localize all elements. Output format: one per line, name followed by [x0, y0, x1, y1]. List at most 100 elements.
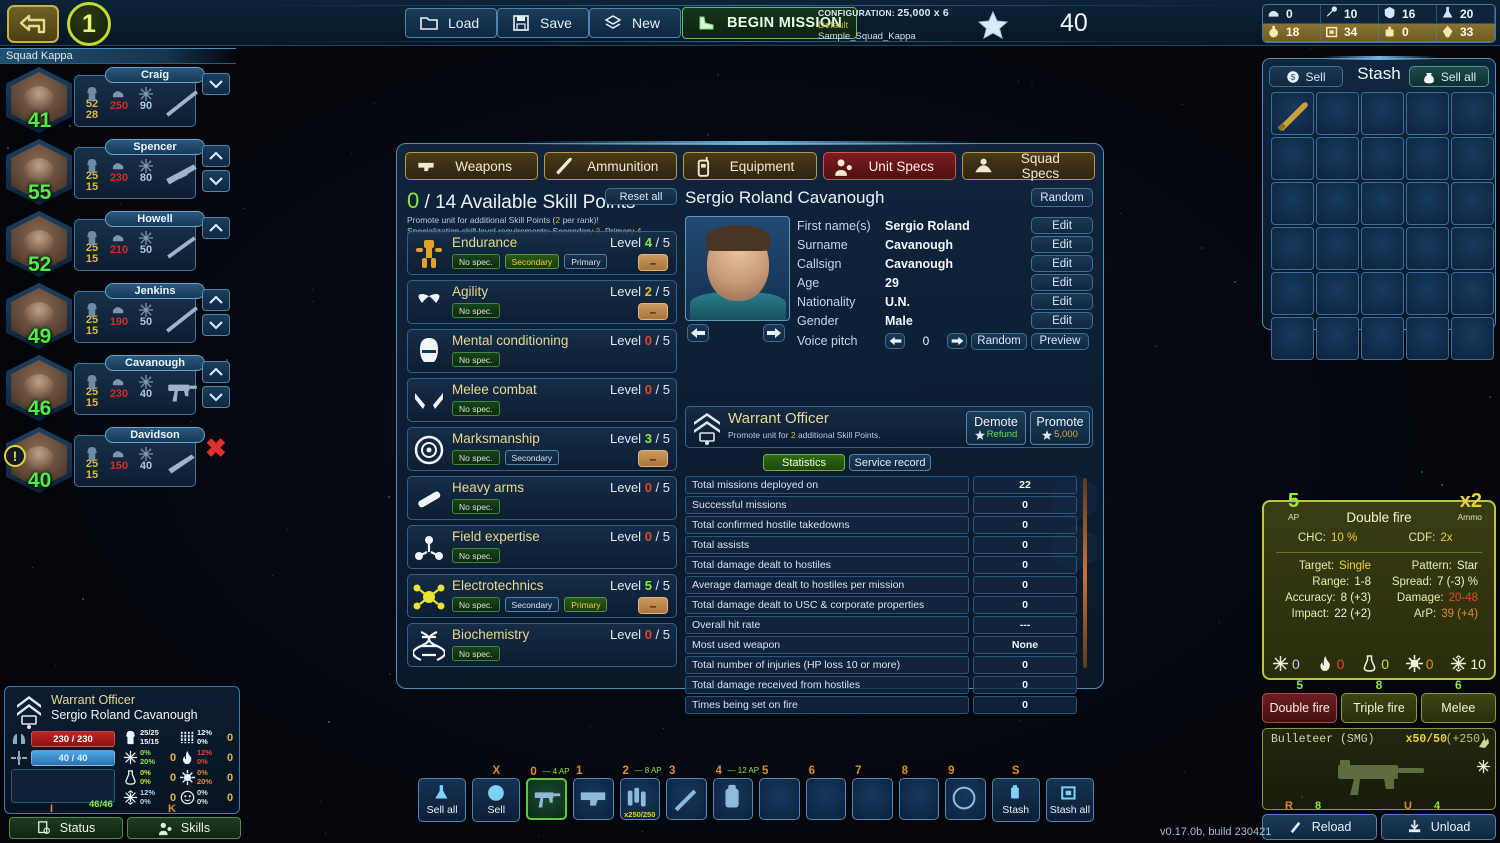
member-card[interactable]: Cavanough 25 15 230 40 [74, 363, 196, 415]
spec-tag[interactable]: No spec. [452, 450, 500, 465]
sell-all-button[interactable]: Sell all [418, 778, 466, 822]
voice-increase-button[interactable] [947, 333, 967, 349]
spec-tag[interactable]: Primary [564, 597, 607, 612]
member-card[interactable]: Howell 25 15 210 50 [74, 219, 196, 271]
spec-tag[interactable]: No spec. [452, 499, 500, 514]
skill-row[interactable]: Marksmanship Level 3 / 5 No spec. Secondary… [407, 427, 677, 471]
move-up-button[interactable] [202, 361, 230, 383]
move-up-button[interactable] [202, 289, 230, 311]
stash-slot[interactable] [1271, 317, 1314, 360]
skill-row[interactable]: Endurance Level 4 / 5 No spec. Secondary Pri… [407, 231, 677, 275]
spec-tag[interactable]: Secondary [505, 597, 560, 612]
remove-member-button[interactable]: ✖ [205, 437, 227, 459]
stash-slot[interactable] [1406, 317, 1449, 360]
skill-row[interactable]: Electrotechnics Level 5 / 5 No spec. Second… [407, 574, 677, 618]
promote-button[interactable]: Promote 5,000 [1030, 411, 1090, 445]
stash-slot[interactable] [1316, 227, 1359, 270]
load-button[interactable]: Load [405, 8, 497, 38]
inventory-slot[interactable]: 3 [666, 778, 707, 820]
move-down-button[interactable] [202, 73, 230, 95]
skill-decrease-button[interactable]: – [638, 597, 668, 614]
member-card[interactable]: Spencer 25 15 230 80 [74, 147, 196, 199]
reset-all-button[interactable]: Reset all [605, 188, 677, 205]
inventory-slot[interactable]: 2 — 8 AP x250/250 [620, 778, 661, 820]
stash-slot[interactable] [1271, 182, 1314, 225]
stash-slot[interactable] [1316, 272, 1359, 315]
spec-tag[interactable]: Secondary [505, 254, 560, 269]
stash-slot[interactable] [1406, 227, 1449, 270]
squad-member[interactable]: 52 Howell 25 15 210 50 [0, 209, 236, 280]
squad-member[interactable]: 41 Craig 52 28 250 90 [0, 65, 236, 136]
stash-slot[interactable] [1271, 272, 1314, 315]
edit-button[interactable]: Edit [1031, 255, 1093, 272]
tab-equipment[interactable]: Equipment [683, 152, 816, 180]
spec-tag[interactable]: No spec. [452, 303, 500, 318]
spec-tag[interactable]: No spec. [452, 352, 500, 367]
spec-tag[interactable]: No spec. [452, 254, 500, 269]
status-tab-button[interactable]: I Status [9, 817, 123, 839]
stash-slot[interactable] [1406, 182, 1449, 225]
move-down-button[interactable] [202, 170, 230, 192]
spec-tag[interactable]: No spec. [452, 548, 500, 563]
tab-unit-specs[interactable]: Unit Specs [823, 152, 956, 180]
move-down-button[interactable] [202, 386, 230, 408]
save-button[interactable]: Save [497, 8, 589, 38]
stash-slot[interactable] [1361, 227, 1404, 270]
stash-slot[interactable] [1316, 317, 1359, 360]
inventory-slot[interactable]: 9 [945, 778, 986, 820]
skill-row[interactable]: Field expertise Level 0 / 5 No spec. [407, 525, 677, 569]
stash-slot[interactable] [1406, 272, 1449, 315]
fire-mode-double-fire[interactable]: 5 Double fire [1262, 693, 1337, 723]
skill-decrease-button[interactable]: – [638, 450, 668, 467]
edit-button[interactable]: Edit [1031, 217, 1093, 234]
spec-tag[interactable]: Primary [564, 254, 607, 269]
portrait-prev-button[interactable] [687, 324, 709, 342]
move-up-button[interactable] [202, 217, 230, 239]
stash-slot[interactable] [1406, 92, 1449, 135]
stash-slot[interactable] [1406, 137, 1449, 180]
stat-tab-statistics[interactable]: Statistics [763, 454, 845, 471]
voice-random-button[interactable]: Random [971, 333, 1027, 350]
stash-sell-all-button[interactable]: Sell all [1409, 66, 1489, 87]
stash-slot[interactable] [1361, 182, 1404, 225]
inventory-slot[interactable]: 4 — 12 AP [713, 778, 754, 820]
stash-slot[interactable] [1271, 137, 1314, 180]
spec-tag[interactable]: No spec. [452, 401, 500, 416]
statistics-scrollbar[interactable] [1083, 478, 1087, 668]
new-button[interactable]: New [589, 8, 681, 38]
edit-button[interactable]: Edit [1031, 274, 1093, 291]
inventory-slot[interactable]: 1 [573, 778, 614, 820]
stash-slot[interactable] [1361, 137, 1404, 180]
stash-slot[interactable] [1451, 227, 1494, 270]
stash-sell-button[interactable]: $ Sell [1269, 66, 1343, 87]
stash-slot[interactable] [1271, 227, 1314, 270]
stash-slot[interactable] [1451, 92, 1494, 135]
stat-tab-service-record[interactable]: Service record [849, 454, 931, 471]
back-button[interactable] [7, 5, 59, 43]
stash-slot[interactable] [1361, 92, 1404, 135]
stash-slot[interactable] [1451, 272, 1494, 315]
voice-decrease-button[interactable] [885, 333, 905, 349]
member-card[interactable]: Jenkins 25 15 190 50 [74, 291, 196, 343]
move-down-button[interactable] [202, 314, 230, 336]
inventory-slot[interactable]: 7 [852, 778, 893, 820]
member-card[interactable]: Craig 52 28 250 90 [74, 75, 196, 127]
spec-tag[interactable]: No spec. [452, 597, 500, 612]
tab-weapons[interactable]: Weapons [405, 152, 538, 180]
skill-row[interactable]: Biochemistry Level 0 / 5 No spec. [407, 623, 677, 667]
skill-row[interactable]: Heavy arms Level 0 / 5 No spec. [407, 476, 677, 520]
fire-mode-melee[interactable]: 6 Melee [1421, 693, 1496, 723]
inventory-slot[interactable]: 0 — 4 AP [526, 778, 567, 820]
squad-member[interactable]: 55 Spencer 25 15 230 80 [0, 137, 236, 208]
skill-row[interactable]: Melee combat Level 0 / 5 No spec. [407, 378, 677, 422]
unload-button[interactable]: U 4 Unload [1381, 814, 1496, 840]
spec-tag[interactable]: Secondary [505, 450, 560, 465]
stash-slot[interactable] [1361, 317, 1404, 360]
inventory-slot[interactable]: 6 [806, 778, 847, 820]
stash-slot[interactable] [1451, 182, 1494, 225]
random-unit-button[interactable]: Random [1031, 188, 1093, 207]
inventory-slot[interactable]: 8 [899, 778, 940, 820]
inventory-slot[interactable]: 5 [759, 778, 800, 820]
voice-preview-button[interactable]: Preview [1031, 333, 1089, 350]
skill-row[interactable]: Agility Level 2 / 5 No spec. – [407, 280, 677, 324]
